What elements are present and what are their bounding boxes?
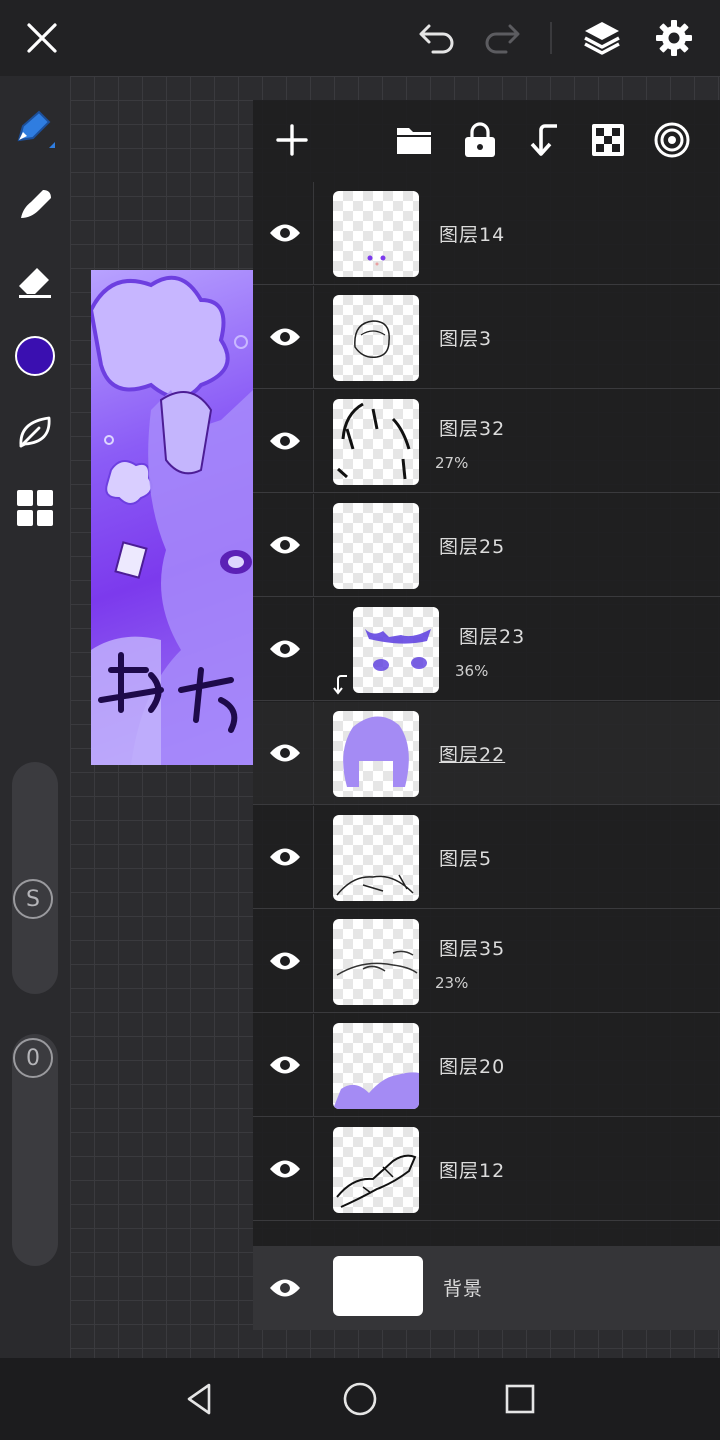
layer-name: 图层14: [439, 224, 506, 246]
top-bar: [0, 0, 720, 76]
eye-icon[interactable]: [259, 831, 311, 883]
eye-icon[interactable]: [259, 727, 311, 779]
background-layer-row[interactable]: 背景: [253, 1246, 720, 1330]
layer-row[interactable]: 图层23 36%: [253, 598, 720, 701]
layer-row[interactable]: 图层32 27%: [253, 390, 720, 493]
redo-icon[interactable]: [478, 14, 526, 62]
color-swatch[interactable]: [11, 332, 59, 380]
layer-row[interactable]: 图层5: [253, 806, 720, 909]
layer-row[interactable]: 图层20: [253, 1014, 720, 1117]
layer-row-selected[interactable]: 图层22: [253, 702, 720, 805]
merge-down-icon[interactable]: [520, 116, 568, 164]
gear-icon[interactable]: [650, 14, 698, 62]
folder-icon[interactable]: [390, 116, 438, 164]
layer-opacity: 27%: [435, 454, 469, 472]
layer-thumbnail: [333, 919, 419, 1005]
layers-panel: 图层14 图层3 图层32 27% 图层25 图层23 36% 图层22 图层5…: [253, 100, 720, 1330]
layer-thumbnail: [333, 711, 419, 797]
left-toolbar: S 0: [0, 76, 70, 1358]
layer-row[interactable]: 图层3: [253, 286, 720, 389]
eraser-icon[interactable]: [11, 256, 59, 304]
brush-size-slider[interactable]: [12, 762, 58, 994]
layer-row[interactable]: 图层35 23%: [253, 910, 720, 1013]
eye-icon[interactable]: [259, 935, 311, 987]
layer-thumbnail: [353, 607, 439, 693]
recents-icon[interactable]: [496, 1375, 544, 1423]
clipping-arrow-icon: [333, 675, 347, 695]
eye-icon[interactable]: [259, 1143, 311, 1195]
row-divider: [313, 910, 314, 1013]
eye-icon[interactable]: [259, 1262, 311, 1314]
layer-name: 图层3: [439, 328, 493, 350]
layer-name: 图层20: [439, 1056, 506, 1078]
row-divider: [313, 390, 314, 493]
grid-icon[interactable]: [11, 484, 59, 532]
layer-name: 图层23: [459, 626, 526, 648]
layers-icon[interactable]: [578, 14, 626, 62]
layer-row[interactable]: 图层14: [253, 182, 720, 285]
row-divider: [313, 806, 314, 909]
eye-icon[interactable]: [259, 623, 311, 675]
row-divider: [313, 598, 314, 701]
eye-icon[interactable]: [259, 415, 311, 467]
smudge-icon[interactable]: [11, 180, 59, 228]
layers-panel-toolbar: [253, 100, 720, 180]
brush-size-knob[interactable]: S: [13, 879, 53, 919]
background-layer-name: 背景: [443, 1278, 484, 1300]
undo-icon[interactable]: [413, 14, 461, 62]
layer-name: 图层25: [439, 536, 506, 558]
row-divider: [313, 702, 314, 805]
layer-thumbnail: [333, 191, 419, 277]
row-divider: [313, 1014, 314, 1117]
eye-icon[interactable]: [259, 1039, 311, 1091]
artwork-canvas[interactable]: [91, 270, 253, 765]
layer-thumbnail: [333, 399, 419, 485]
layer-thumbnail: [333, 1127, 419, 1213]
pen-icon[interactable]: [11, 104, 59, 152]
layer-opacity: 36%: [455, 662, 489, 680]
leaf-icon[interactable]: [11, 408, 59, 456]
back-icon[interactable]: [176, 1375, 224, 1423]
layer-row[interactable]: 图层25: [253, 494, 720, 597]
brush-opacity-knob[interactable]: 0: [13, 1038, 53, 1078]
lock-icon[interactable]: [456, 116, 504, 164]
layer-name: 图层32: [439, 418, 506, 440]
eye-icon[interactable]: [259, 519, 311, 571]
system-nav-bar: [0, 1358, 720, 1440]
layer-name: 图层35: [439, 938, 506, 960]
toolbar-divider: [550, 22, 552, 54]
layer-thumbnail: [333, 503, 419, 589]
layer-thumbnail: [333, 815, 419, 901]
layer-opacity: 23%: [435, 974, 469, 992]
row-divider: [313, 182, 314, 285]
background-thumbnail: [333, 1256, 423, 1316]
transparency-icon[interactable]: [584, 116, 632, 164]
row-divider: [313, 1118, 314, 1221]
row-divider: [313, 494, 314, 597]
close-icon[interactable]: [18, 14, 66, 62]
layer-name: 图层12: [439, 1160, 506, 1182]
home-icon[interactable]: [336, 1375, 384, 1423]
eye-icon[interactable]: [259, 311, 311, 363]
layer-row[interactable]: 图层12: [253, 1118, 720, 1221]
blend-icon[interactable]: [648, 116, 696, 164]
layer-name: 图层5: [439, 848, 493, 870]
eye-icon[interactable]: [259, 207, 311, 259]
add-layer-icon[interactable]: [268, 116, 316, 164]
row-divider: [313, 286, 314, 389]
layer-thumbnail: [333, 1023, 419, 1109]
layer-thumbnail: [333, 295, 419, 381]
layer-name: 图层22: [439, 744, 506, 766]
